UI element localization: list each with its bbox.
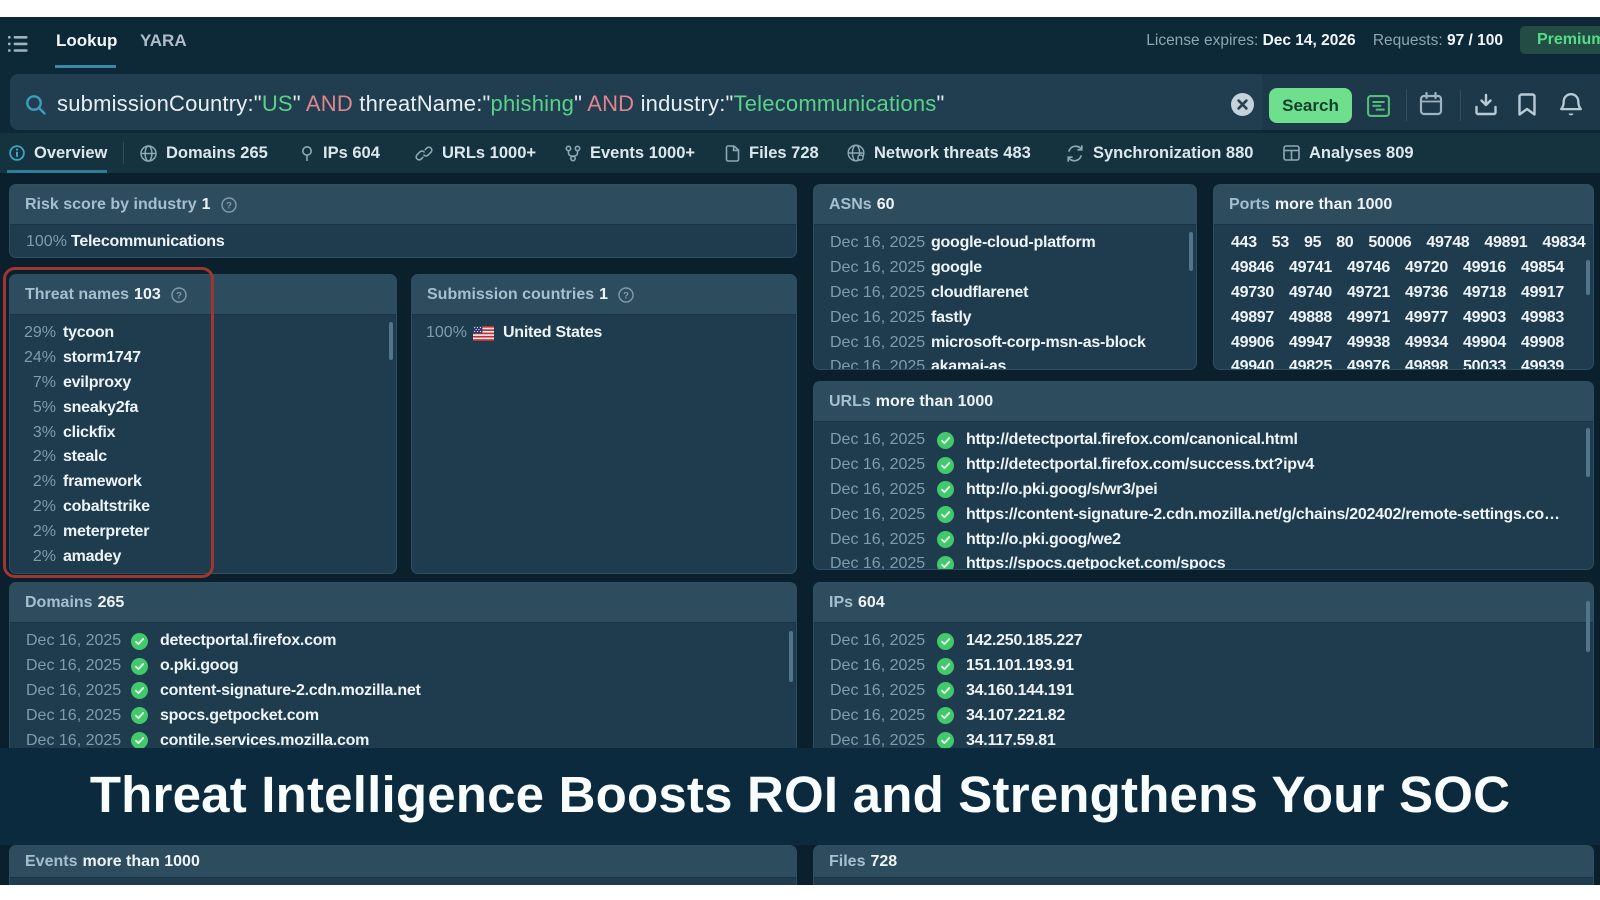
svg-text:?: ? bbox=[226, 200, 232, 211]
svg-text:?: ? bbox=[623, 290, 629, 301]
